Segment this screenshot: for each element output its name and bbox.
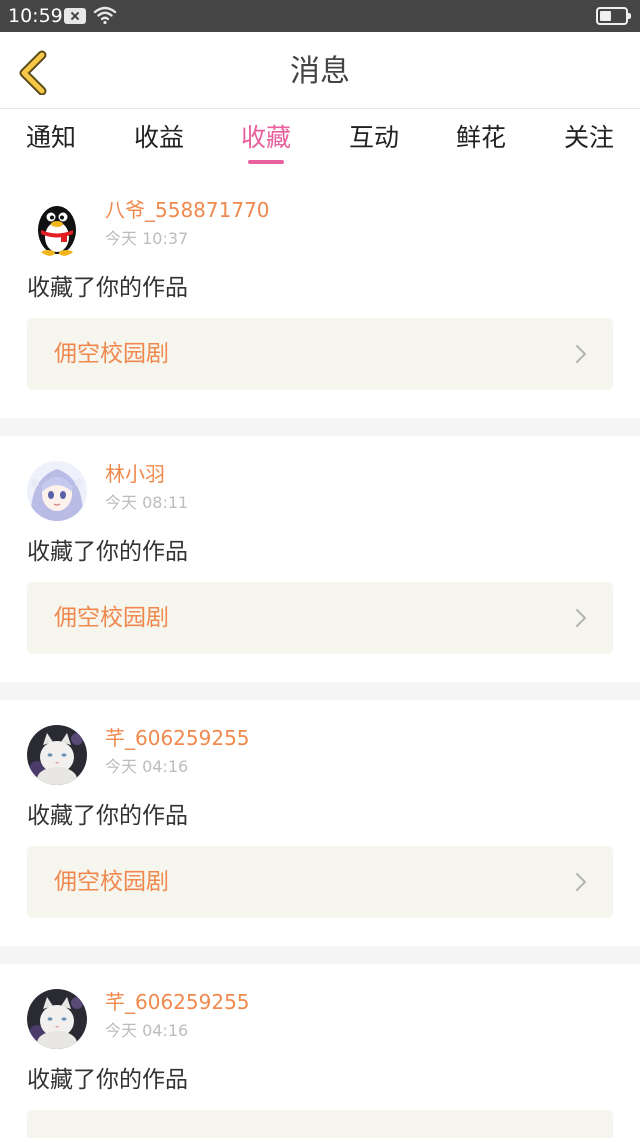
work-link[interactable]: 佣空校园剧 [27, 318, 613, 390]
chevron-right-icon [576, 873, 587, 891]
tab-interactions[interactable]: 互动 [334, 120, 414, 156]
work-title: 佣空校园剧 [54, 605, 169, 631]
battery-level [600, 11, 611, 21]
divider [0, 946, 640, 964]
status-time: 10:59 [8, 5, 63, 27]
tab-notifications[interactable]: 通知 [11, 120, 91, 156]
tab-follows[interactable]: 关注 [549, 120, 629, 156]
action-text: 收藏了你的作品 [27, 1067, 188, 1093]
timestamp: 今天 04:16 [105, 1021, 189, 1040]
header: 消息 [0, 32, 640, 109]
notification-x-icon [64, 8, 86, 24]
divider [0, 682, 640, 700]
username[interactable]: 八爷_558871770 [105, 196, 270, 224]
action-text: 收藏了你的作品 [27, 803, 188, 829]
username[interactable]: 林小羽 [105, 460, 165, 488]
timestamp: 今天 04:16 [105, 757, 189, 776]
tab-bar: 通知 收益 收藏 互动 鲜花 关注 [0, 110, 640, 170]
action-text: 收藏了你的作品 [27, 539, 188, 565]
status-bar: 10:59 [0, 0, 640, 32]
message-card: 芊_606259255 今天 04:16 收藏了你的作品 佣空校园剧 [0, 700, 640, 946]
qq-penguin-avatar[interactable] [27, 197, 87, 257]
white-cat-avatar[interactable] [27, 725, 87, 785]
tab-earnings[interactable]: 收益 [119, 120, 199, 156]
work-title: 佣空校园剧 [54, 869, 169, 895]
work-link[interactable] [27, 1110, 613, 1138]
message-card: 芊_606259255 今天 04:16 收藏了你的作品 [0, 964, 640, 1138]
message-card: 林小羽 今天 08:11 收藏了你的作品 佣空校园剧 [0, 436, 640, 682]
action-text: 收藏了你的作品 [27, 275, 188, 301]
timestamp: 今天 08:11 [105, 493, 189, 512]
timestamp: 今天 10:37 [105, 229, 189, 248]
active-tab-indicator [248, 160, 284, 164]
anime-girl-avatar[interactable] [27, 461, 87, 521]
username[interactable]: 芊_606259255 [105, 988, 250, 1016]
work-link[interactable]: 佣空校园剧 [27, 582, 613, 654]
white-cat-avatar[interactable] [27, 989, 87, 1049]
tab-favorites[interactable]: 收藏 [226, 120, 306, 156]
battery-icon [596, 7, 631, 25]
work-title: 佣空校园剧 [54, 341, 169, 367]
wifi-icon [93, 6, 117, 25]
divider [0, 418, 640, 436]
page-title: 消息 [290, 54, 350, 89]
message-card: 八爷_558871770 今天 10:37 收藏了你的作品 佣空校园剧 [0, 172, 640, 418]
username[interactable]: 芊_606259255 [105, 724, 250, 752]
tab-flowers[interactable]: 鲜花 [441, 120, 521, 156]
chevron-right-icon [576, 609, 587, 627]
chevron-right-icon [576, 345, 587, 363]
work-link[interactable]: 佣空校园剧 [27, 846, 613, 918]
